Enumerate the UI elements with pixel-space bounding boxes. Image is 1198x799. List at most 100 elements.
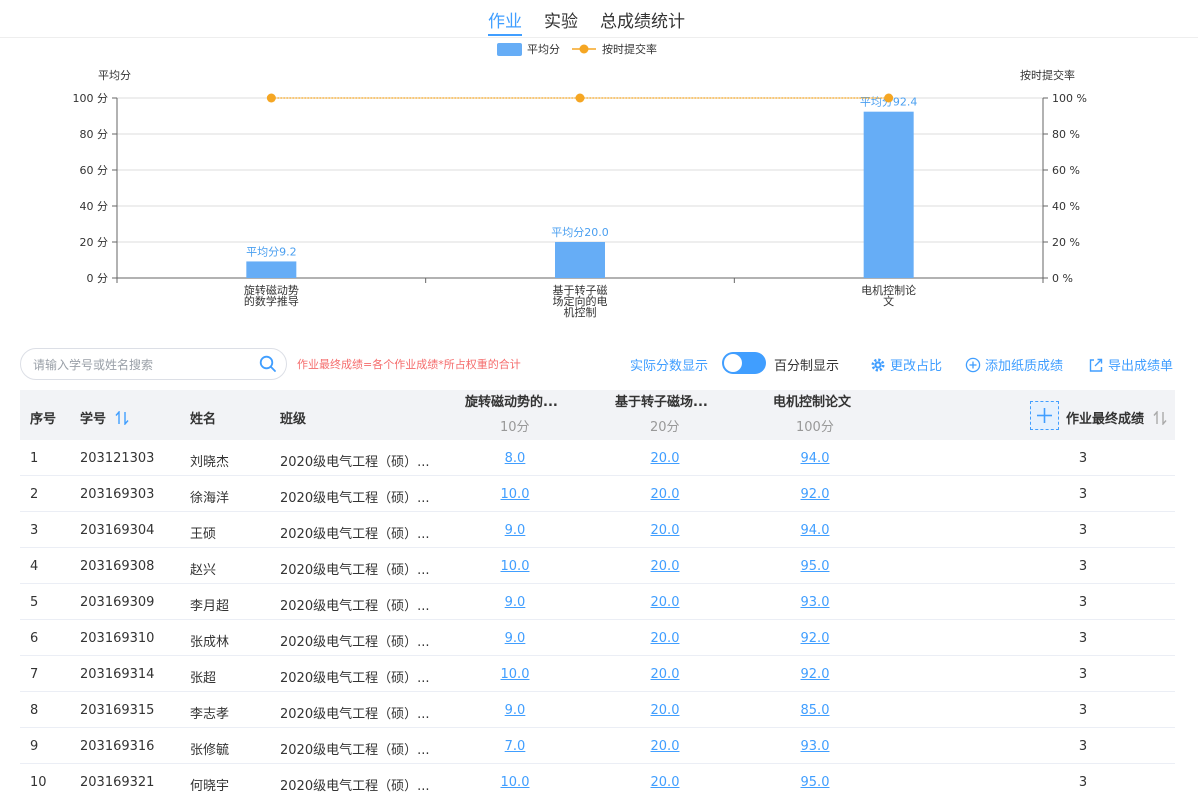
search-icon[interactable] [259, 355, 277, 373]
percent-score-label[interactable]: 百分制显示 [774, 355, 839, 374]
cell-hw2-score-cell: 20.0 [625, 559, 705, 574]
cell-hw3-score-cell: 92.0 [775, 487, 855, 502]
toggle-knob [724, 354, 742, 372]
cell-hw3-score[interactable]: 93.0 [801, 595, 830, 610]
cell-student-id: 203121303 [80, 451, 155, 466]
score-mode-toggle[interactable] [722, 352, 766, 374]
cell-hw1-score[interactable]: 8.0 [505, 451, 526, 466]
cell-hw2-score[interactable]: 20.0 [651, 667, 680, 682]
cell-final-score: 3 [1078, 739, 1088, 754]
legend-label: 按时提交率 [602, 42, 657, 56]
table-row: 10 203169321 何晓宇 2020级电气工程（硕）... 10.0 20.0 95.… [20, 764, 1175, 799]
cell-hw3-score[interactable]: 95.0 [801, 775, 830, 790]
col-hw1[interactable]: 旋转磁动势的... [465, 391, 558, 410]
export-button[interactable]: 导出成绩单 [1088, 355, 1173, 374]
y-axis-right-title: 按时提交率 [1020, 68, 1075, 82]
cell-hw2-score[interactable]: 20.0 [651, 703, 680, 718]
table-row: 9 203169316 张修毓 2020级电气工程（硕）... 7.0 20.0 93.0 3 [20, 728, 1175, 764]
y-tick-label-right: 80 % [1052, 128, 1080, 141]
cell-hw3-score-cell: 92.0 [775, 667, 855, 682]
legend-label: 平均分 [527, 43, 560, 56]
col-final-score[interactable]: 作业最终成绩 [1066, 408, 1167, 427]
cell-name: 张超 [190, 671, 217, 686]
cell-name: 张成林 [190, 635, 230, 650]
cell-hw1-score[interactable]: 10.0 [501, 775, 530, 790]
cell-hw1-score-cell: 8.0 [475, 451, 555, 466]
tab-experiment[interactable]: 实验 [544, 7, 578, 32]
cell-class: 2020级电气工程（硕）... [280, 779, 430, 794]
cell-final-score: 3 [1078, 559, 1088, 574]
cell-hw3-score[interactable]: 93.0 [801, 739, 830, 754]
table-row: 6 203169310 张成林 2020级电气工程（硕）... 9.0 20.0 92.0 3 [20, 620, 1175, 656]
cell-hw3-score-cell: 95.0 [775, 559, 855, 574]
legend-bar-swatch [497, 43, 522, 56]
bar [863, 111, 914, 279]
cell-hw3-score[interactable]: 92.0 [801, 667, 830, 682]
cell-student-id: 203169308 [80, 559, 155, 574]
col-hw2[interactable]: 基于转子磁场... [615, 391, 708, 410]
add-paper-score-button[interactable]: 添加纸质成绩 [965, 355, 1063, 374]
cell-student-id: 203169303 [80, 487, 155, 502]
cell-final-score: 3 [1078, 451, 1088, 466]
cell-hw1-score-cell: 7.0 [475, 739, 555, 754]
cell-name: 刘晓杰 [190, 455, 230, 470]
add-column-button[interactable] [1030, 401, 1059, 430]
col-final-score-label: 作业最终成绩 [1066, 412, 1145, 427]
table-row: 3 203169304 王硕 2020级电气工程（硕）... 9.0 20.0 94.0 3 [20, 512, 1175, 548]
cell-name: 何晓宇 [190, 779, 230, 794]
cell-hw3-score[interactable]: 94.0 [801, 523, 830, 538]
cell-class: 2020级电气工程（硕）... [280, 527, 430, 542]
cell-student-id: 203169310 [80, 631, 155, 646]
cell-class: 2020级电气工程（硕）... [280, 599, 430, 614]
cell-index: 1 [30, 451, 39, 466]
line-point [575, 93, 585, 103]
cell-hw3-score[interactable]: 95.0 [801, 559, 830, 574]
cell-final-score: 3 [1078, 775, 1088, 790]
cell-hw2-score[interactable]: 20.0 [651, 559, 680, 574]
x-tick-label: 的数学推导 [244, 294, 299, 308]
cell-hw1-score[interactable]: 7.0 [505, 739, 526, 754]
tab-total-score[interactable]: 总成绩统计 [600, 7, 685, 32]
sort-icon[interactable] [1153, 411, 1167, 425]
actual-score-label[interactable]: 实际分数显示 [630, 355, 708, 374]
cell-hw1-score-cell: 9.0 [475, 703, 555, 718]
col-student-id[interactable]: 学号 [80, 408, 129, 427]
cell-hw3-score[interactable]: 92.0 [801, 487, 830, 502]
cell-hw2-score[interactable]: 20.0 [651, 487, 680, 502]
cell-hw2-score[interactable]: 20.0 [651, 631, 680, 646]
cell-hw1-score[interactable]: 10.0 [501, 487, 530, 502]
cell-hw3-score[interactable]: 85.0 [801, 703, 830, 718]
cell-hw1-score[interactable]: 10.0 [501, 559, 530, 574]
cell-name: 赵兴 [190, 563, 217, 578]
cell-hw2-score[interactable]: 20.0 [651, 595, 680, 610]
cell-hw3-score-cell: 85.0 [775, 703, 855, 718]
cell-index: 2 [30, 487, 39, 502]
cell-hw2-score[interactable]: 20.0 [651, 775, 680, 790]
col-student-id-label: 学号 [80, 412, 107, 427]
sort-icon[interactable] [115, 411, 129, 425]
cell-hw3-score[interactable]: 94.0 [801, 451, 830, 466]
table-row: 7 203169314 张超 2020级电气工程（硕）... 10.0 20.0 92.0 3 [20, 656, 1175, 692]
cell-name: 王硕 [190, 527, 217, 542]
cell-hw2-score-cell: 20.0 [625, 595, 705, 610]
col-hw3[interactable]: 电机控制论文 [773, 391, 851, 410]
cell-hw2-score[interactable]: 20.0 [651, 523, 680, 538]
cell-hw2-score[interactable]: 20.0 [651, 451, 680, 466]
cell-hw1-score[interactable]: 9.0 [505, 595, 526, 610]
cell-hw3-score[interactable]: 92.0 [801, 631, 830, 646]
cell-hw2-score[interactable]: 20.0 [651, 739, 680, 754]
col-hw1-full-score: 10分 [500, 420, 530, 435]
tab-homework[interactable]: 作业 [488, 7, 522, 36]
table-header: 序号 学号 姓名 班级 旋转磁动势的... 10分 基于转子磁场... 20分 … [20, 390, 1175, 440]
change-weight-button[interactable]: 更改占比 [870, 355, 942, 374]
cell-hw2-score-cell: 20.0 [625, 739, 705, 754]
cell-hw1-score[interactable]: 10.0 [501, 667, 530, 682]
export-label: 导出成绩单 [1108, 359, 1174, 374]
cell-student-id: 203169314 [80, 667, 155, 682]
cell-hw1-score[interactable]: 9.0 [505, 631, 526, 646]
search-input[interactable] [33, 355, 258, 375]
cell-hw1-score[interactable]: 9.0 [505, 523, 526, 538]
cell-hw1-score[interactable]: 9.0 [505, 703, 526, 718]
x-tick-label: 机控制 [564, 305, 597, 319]
cell-index: 7 [30, 667, 39, 682]
